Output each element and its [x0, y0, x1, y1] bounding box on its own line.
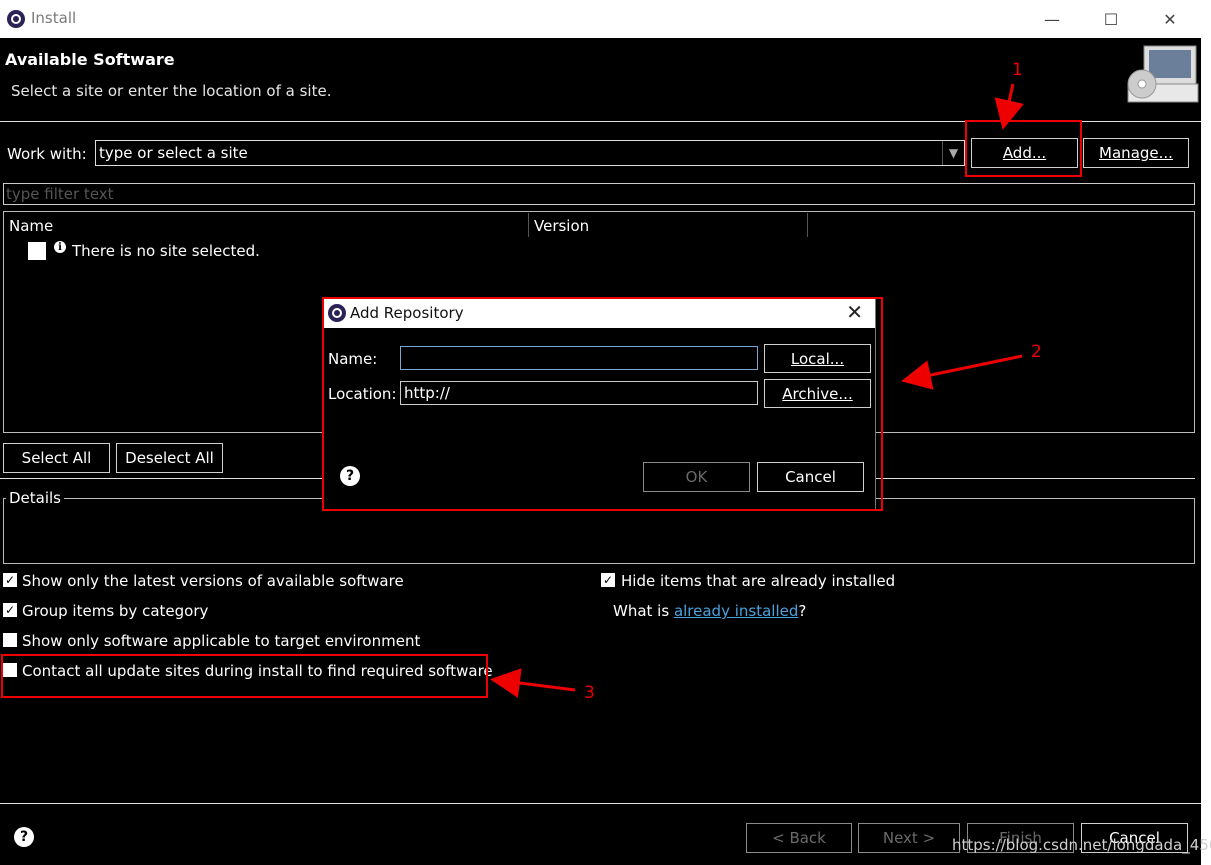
filter-input[interactable]: type filter text: [3, 183, 1195, 205]
latest-versions-label[interactable]: Show only the latest versions of availab…: [22, 572, 404, 590]
maximize-button[interactable]: ☐: [1081, 0, 1141, 38]
background-window-strip: [1201, 0, 1211, 865]
info-icon: i: [54, 241, 66, 253]
annotation-box-add: [965, 120, 1082, 177]
already-installed-link[interactable]: already installed: [674, 602, 798, 620]
latest-versions-checkbox[interactable]: ✓: [3, 573, 17, 587]
page-title: Available Software: [5, 50, 175, 69]
annotation-marker-1: 1: [1012, 60, 1023, 80]
manage-button[interactable]: Manage...: [1083, 138, 1189, 168]
filter-placeholder: type filter text: [6, 185, 114, 203]
back-button[interactable]: < Back: [746, 823, 852, 853]
annotation-marker-2: 2: [1031, 342, 1042, 362]
next-button[interactable]: Next >: [858, 823, 960, 853]
work-with-value: type or select a site: [99, 144, 248, 162]
hide-installed-checkbox[interactable]: ✓: [601, 573, 615, 587]
details-label: Details: [6, 489, 65, 507]
row-checkbox[interactable]: [28, 242, 46, 260]
column-divider[interactable]: [528, 213, 529, 237]
watermark-text: https://blog.csdn.net/longdada_456: [952, 836, 1211, 854]
annotation-marker-3: 3: [584, 683, 595, 703]
what-is-installed-text: What is already installed?: [613, 602, 807, 620]
column-header-name[interactable]: Name: [9, 217, 53, 235]
group-by-category-label[interactable]: Group items by category: [22, 602, 208, 620]
annotation-arrow-1: [994, 83, 1024, 130]
window-title: Install: [31, 9, 77, 27]
chevron-down-icon[interactable]: ▼: [942, 141, 964, 165]
hide-installed-label[interactable]: Hide items that are already installed: [621, 572, 895, 590]
column-header-version[interactable]: Version: [534, 217, 589, 235]
minimize-button[interactable]: —: [1022, 0, 1082, 38]
annotation-box-dialog: [322, 297, 883, 511]
install-cd-monitor-icon: [1127, 45, 1199, 103]
column-divider[interactable]: [807, 213, 808, 237]
deselect-all-button[interactable]: Deselect All: [116, 443, 223, 473]
help-icon[interactable]: ?: [14, 827, 34, 847]
window-title-bar: Install — ☐ ✕: [0, 0, 1201, 38]
target-env-label[interactable]: Show only software applicable to target …: [22, 632, 420, 650]
work-with-combo[interactable]: type or select a site ▼: [95, 140, 965, 166]
close-icon: ✕: [1163, 9, 1177, 29]
target-env-checkbox[interactable]: [3, 633, 17, 647]
work-with-label: Work with:: [7, 145, 87, 163]
eclipse-icon: [7, 10, 25, 28]
minimize-icon: —: [1044, 9, 1060, 29]
annotation-arrow-3: [490, 668, 576, 698]
select-all-button[interactable]: Select All: [3, 443, 110, 473]
maximize-icon: ☐: [1103, 9, 1119, 29]
footer-separator: [0, 803, 1201, 804]
close-button[interactable]: ✕: [1140, 0, 1200, 38]
empty-table-message: There is no site selected.: [72, 242, 260, 260]
annotation-box-contact: [1, 654, 488, 698]
group-by-category-checkbox[interactable]: ✓: [3, 603, 17, 617]
page-subtitle: Select a site or enter the location of a…: [11, 82, 332, 100]
